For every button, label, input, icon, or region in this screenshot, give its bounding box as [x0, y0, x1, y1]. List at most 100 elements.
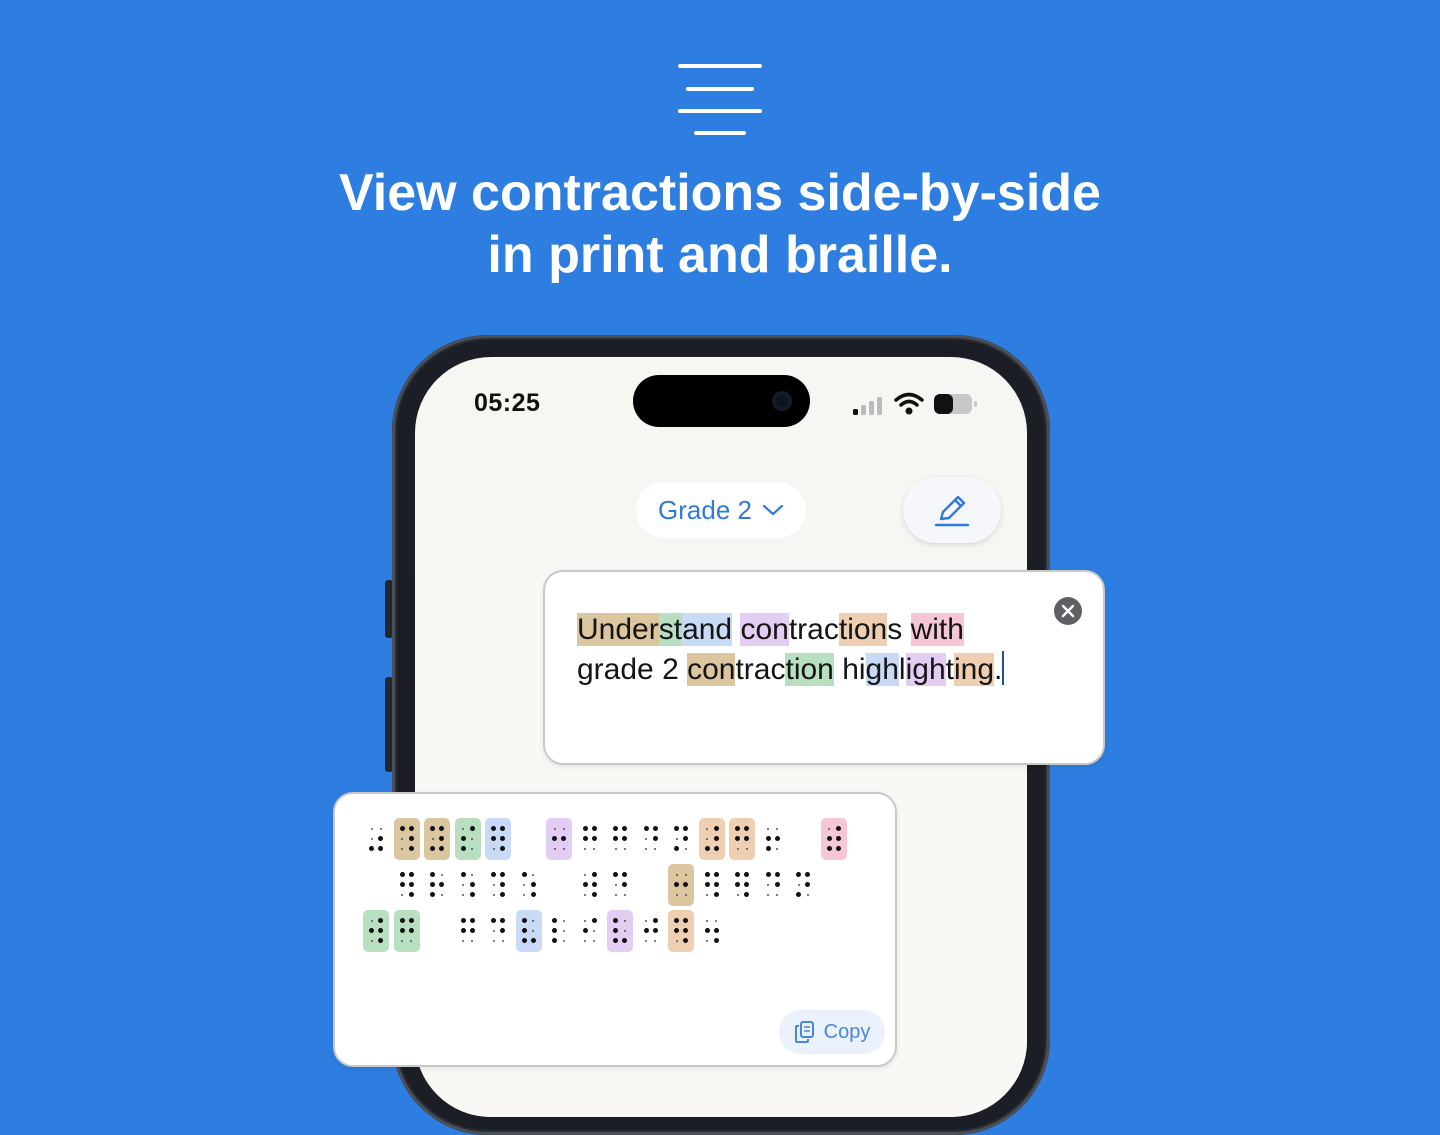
braille-dot [591, 918, 597, 923]
braille-cell-highlighted [393, 910, 420, 952]
braille-dot [706, 919, 708, 922]
braille-cell [699, 910, 725, 952]
braille-cell [790, 864, 816, 906]
braille-dot [460, 928, 466, 933]
braille-dot [584, 873, 586, 876]
braille-dot [683, 836, 688, 841]
braille-dot [553, 827, 556, 830]
braille-dot [399, 882, 405, 887]
braille-dot [530, 938, 536, 943]
braille-dot [399, 918, 405, 923]
braille-dot [674, 882, 679, 887]
braille-dot [584, 919, 586, 922]
braille-dot [744, 882, 749, 887]
braille-dot [370, 827, 373, 830]
braille-dot [532, 929, 534, 932]
braille-dot [408, 928, 414, 933]
braille-dot [623, 847, 626, 850]
braille-dot [797, 883, 800, 886]
braille-dot [401, 837, 403, 840]
braille-dot [643, 928, 649, 933]
print-input-card[interactable]: Understand contractions with grade 2 cont… [543, 570, 1105, 765]
braille-dot [713, 882, 719, 887]
braille-dot [408, 892, 414, 897]
braille-dot [613, 826, 618, 831]
print-text-segment: hi [833, 653, 866, 686]
braille-cell [485, 910, 511, 952]
braille-dot [408, 836, 414, 841]
braille-dot [744, 872, 749, 877]
braille-cell [424, 864, 450, 906]
braille-dot [460, 872, 466, 877]
braille-dot [430, 846, 435, 851]
braille-dot [622, 826, 627, 831]
braille-dot [713, 938, 719, 943]
braille-cell [363, 818, 389, 860]
braille-dot [765, 836, 771, 841]
braille-dot [713, 846, 719, 851]
braille-dot [500, 928, 505, 933]
braille-dot [460, 836, 466, 841]
braille-dot [460, 846, 466, 851]
braille-dot [408, 872, 414, 877]
headline: View contractions side-by-side in print … [0, 162, 1440, 286]
braille-dot [500, 882, 505, 887]
braille-dot [491, 872, 496, 877]
braille-cell [485, 864, 511, 906]
braille-dot [430, 892, 435, 897]
braille-cell-highlighted [393, 818, 420, 860]
braille-dot [796, 892, 801, 897]
copy-button[interactable]: Copy [779, 1010, 885, 1054]
braille-dot [378, 938, 383, 943]
braille-dot [408, 918, 414, 923]
braille-dot [584, 939, 586, 942]
braille-dot [652, 836, 658, 841]
contraction-highlight: st [658, 613, 683, 646]
braille-dot [767, 893, 769, 896]
braille-dot [439, 846, 444, 851]
camera-icon [772, 391, 792, 411]
braille-dot [370, 919, 373, 922]
braille-cell [577, 910, 603, 952]
grade-selector[interactable]: Grade 2 [636, 482, 806, 538]
braille-dot [828, 827, 830, 830]
braille-dot [713, 928, 719, 933]
braille-dot [826, 846, 832, 851]
braille-dot [469, 928, 475, 933]
braille-dot [645, 837, 647, 840]
braille-cell [699, 864, 725, 906]
braille-dot [684, 873, 687, 876]
dynamic-island [633, 375, 810, 427]
braille-dot [614, 847, 617, 850]
braille-dot [744, 892, 749, 897]
pencil-icon [934, 495, 970, 527]
braille-dot [582, 882, 588, 887]
braille-dot [674, 826, 679, 831]
braille-dot [399, 872, 405, 877]
edit-button[interactable] [903, 477, 1001, 543]
braille-cell-highlighted [820, 818, 847, 860]
braille-dot [521, 918, 527, 923]
braille-dot [439, 826, 444, 831]
print-text-field[interactable]: Understand contractions with grade 2 cont… [577, 610, 1047, 690]
braille-dot [645, 919, 647, 922]
braille-dot [562, 929, 565, 932]
braille-dot [523, 893, 525, 896]
grade-selector-label: Grade 2 [658, 494, 752, 525]
braille-dot [562, 939, 565, 942]
braille-dot [552, 918, 557, 923]
braille-dot [652, 826, 658, 831]
braille-cell-highlighted [607, 910, 633, 952]
braille-dot [613, 928, 618, 933]
braille-dot [683, 826, 688, 831]
braille-dot [735, 826, 740, 831]
print-text-segment: t [945, 653, 954, 686]
braille-dot [378, 846, 383, 851]
braille-cell [607, 818, 633, 860]
braille-dot [806, 893, 809, 896]
clear-button[interactable] [1054, 597, 1082, 625]
braille-cell-highlighted [698, 818, 725, 860]
braille-dot [713, 826, 719, 831]
braille-dot [401, 939, 403, 942]
braille-dot [471, 939, 473, 942]
